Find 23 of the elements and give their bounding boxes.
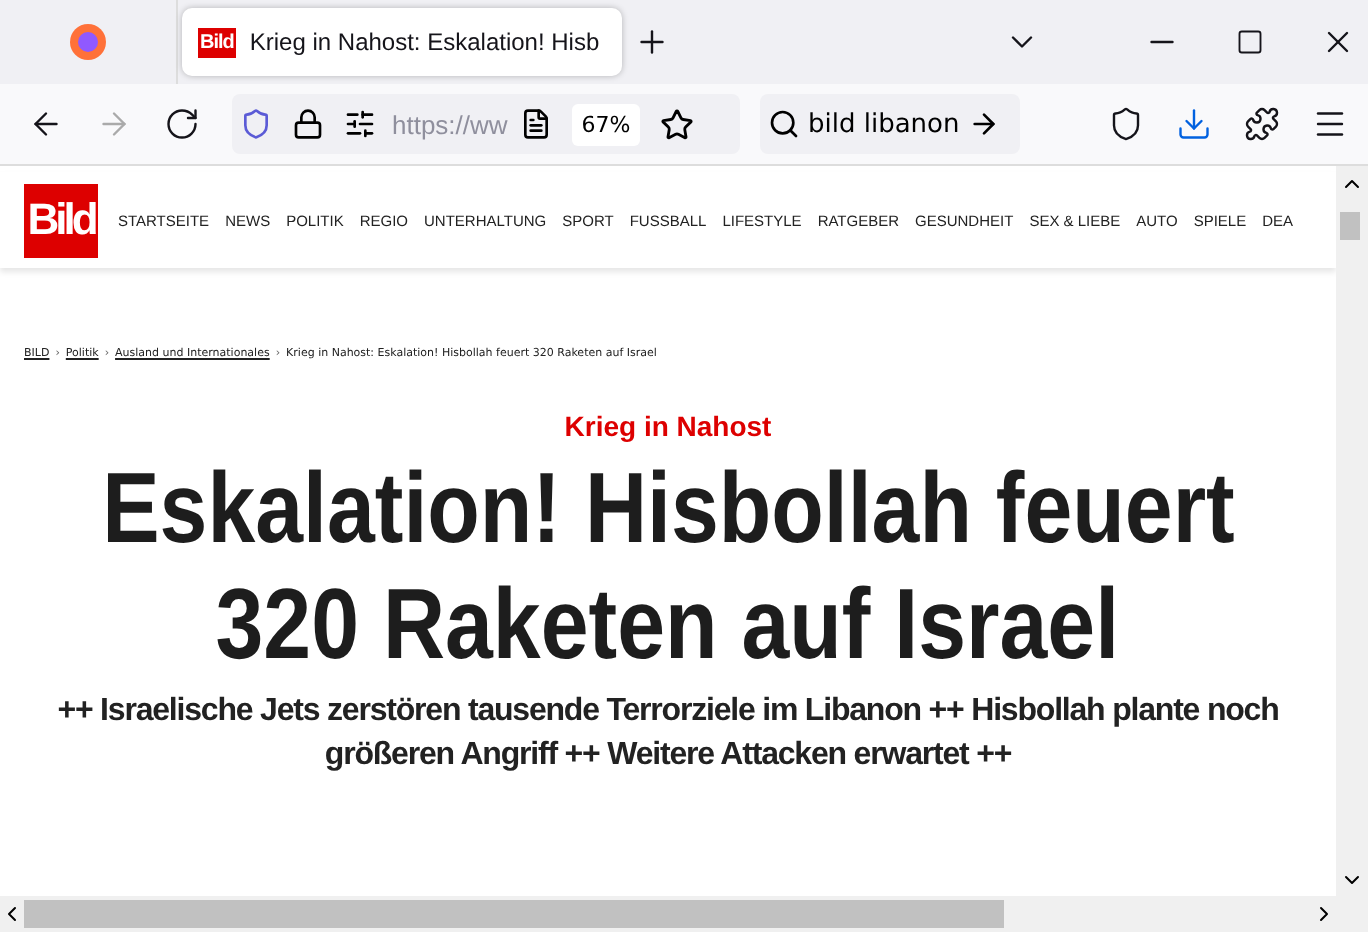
tab-title: Krieg in Nahost: Eskalation! Hisb xyxy=(249,28,600,56)
search-field[interactable]: bild libanon xyxy=(760,94,1020,154)
headline: Eskalation! Hisbollah feuert xyxy=(101,450,1235,566)
scroll-thumb[interactable] xyxy=(24,900,1004,928)
headline: 320 Raketen auf Israel xyxy=(216,566,1120,682)
lock-icon[interactable] xyxy=(292,108,324,140)
browser-tab[interactable]: Bild Krieg in Nahost: Eskalation! Hisb xyxy=(182,8,622,76)
vertical-scrollbar[interactable] xyxy=(1336,166,1368,932)
url-text: https://ww xyxy=(392,109,508,139)
browser-logo-icon xyxy=(68,22,108,62)
horizontal-scrollbar[interactable] xyxy=(0,896,1336,932)
scroll-thumb[interactable] xyxy=(1340,212,1360,240)
teaser-text: ++ Israelische Jets zerstören tausende Terrorziele im Libanon ++ Hisbollah plante noch größeren Angriff ++ Weitere Attacken erwartet ++ xyxy=(55,692,1281,776)
site-logo[interactable]: Bild xyxy=(24,183,98,257)
address-bar[interactable]: https://ww 67% xyxy=(232,94,740,154)
site-favicon: Bild xyxy=(198,27,236,57)
article-kicker: Krieg in Nahost xyxy=(564,410,772,442)
zoom-level[interactable]: 67% xyxy=(571,103,641,145)
shield-icon[interactable] xyxy=(240,108,272,140)
bookmark-star-icon[interactable] xyxy=(660,107,695,141)
search-icon xyxy=(768,108,800,140)
reader-view-icon[interactable] xyxy=(519,108,552,140)
permissions-icon[interactable] xyxy=(344,108,376,140)
